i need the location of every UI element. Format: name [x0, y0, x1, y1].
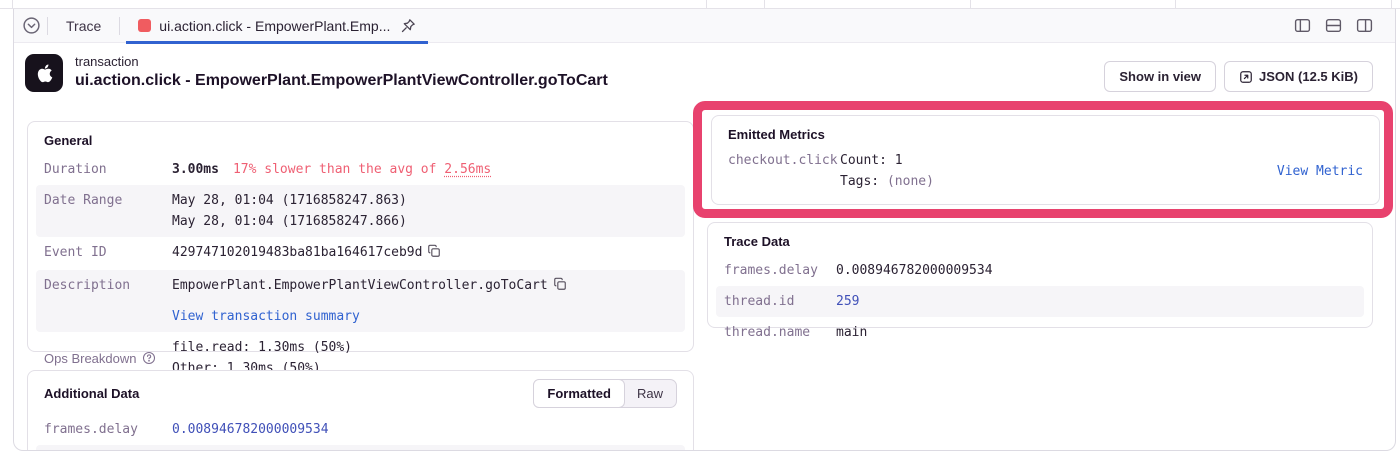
event-id-row: Event ID 429747102019483ba81ba164617ceb9…	[36, 237, 685, 270]
help-icon[interactable]	[142, 351, 156, 365]
general-panel-title: General	[28, 122, 693, 154]
metric-name: checkout.click	[728, 150, 840, 171]
date-range-row: Date Range May 28, 01:04 (1716858247.863…	[36, 185, 685, 237]
table-row: thread.name main	[716, 317, 1364, 348]
trace-data-key: thread.id	[724, 291, 836, 312]
show-in-view-button[interactable]: Show in view	[1104, 61, 1216, 92]
metric-count: Count: 1	[840, 150, 1277, 171]
additional-data-key: thread.id	[44, 450, 172, 451]
emitted-metrics-title: Emitted Metrics	[712, 116, 1379, 148]
view-metric-link[interactable]: View Metric	[1277, 161, 1363, 182]
drawer-tab-bar: Trace ui.action.click - EmpowerPlant.Emp…	[14, 9, 1395, 43]
pin-icon[interactable]	[400, 18, 416, 34]
metric-tags-value: (none)	[887, 174, 934, 189]
emitted-metrics-panel: Emitted Metrics checkout.click Count: 1 …	[711, 115, 1380, 205]
additional-data-value: 0.008946782000009534	[172, 419, 329, 440]
ops-breakdown-label: Ops Breakdown	[44, 348, 172, 369]
apple-platform-icon	[25, 54, 63, 92]
duration-label: Duration	[44, 159, 172, 180]
event-id-value: 429747102019483ba81ba164617ceb9d	[172, 245, 422, 260]
layout-split-horizontal-icon[interactable]	[1325, 17, 1342, 34]
ops-breakdown-label-text: Ops Breakdown	[44, 348, 137, 369]
trace-data-key: thread.name	[724, 322, 836, 343]
trace-drawer: Trace ui.action.click - EmpowerPlant.Emp…	[13, 9, 1396, 451]
event-type-label: transaction	[75, 54, 608, 69]
table-row: thread.id 259	[36, 445, 685, 451]
trace-data-value: main	[836, 322, 867, 343]
toggle-formatted[interactable]: Formatted	[533, 379, 625, 408]
duration-note: 17% slower than the avg of	[233, 162, 444, 177]
json-download-button[interactable]: JSON (12.5 KiB)	[1224, 61, 1373, 92]
table-row: frames.delay 0.008946782000009534	[716, 255, 1364, 286]
tab-separator	[47, 17, 48, 35]
layout-sidebar-left-icon[interactable]	[1294, 17, 1311, 34]
event-id-label: Event ID	[44, 242, 172, 263]
trace-data-title: Trace Data	[708, 223, 1372, 255]
page-title: ui.action.click - EmpowerPlant.EmpowerPl…	[75, 72, 608, 90]
additional-data-key: frames.delay	[44, 419, 172, 440]
trace-data-panel: Trace Data frames.delay 0.00894678200000…	[707, 222, 1373, 328]
trace-data-value: 259	[836, 291, 859, 312]
date-range-label: Date Range	[44, 190, 172, 211]
tab-transaction-active[interactable]: ui.action.click - EmpowerPlant.Emp...	[126, 9, 428, 43]
table-row: frames.delay 0.008946782000009534	[36, 414, 685, 445]
date-range-end: May 28, 01:04 (1716858247.866)	[172, 211, 407, 232]
tab-separator	[119, 17, 120, 35]
additional-data-title: Additional Data	[44, 386, 139, 401]
general-panel: General Duration 3.00ms 17% slower than t…	[27, 121, 694, 352]
show-in-view-label: Show in view	[1119, 69, 1201, 84]
metric-tags-label: Tags:	[840, 174, 887, 189]
transaction-header: transaction ui.action.click - EmpowerPla…	[25, 54, 608, 92]
date-range-start: May 28, 01:04 (1716858247.863)	[172, 190, 407, 211]
ops-breakdown-item: file.read: 1.30ms (50%)	[172, 337, 352, 358]
trace-data-key: frames.delay	[724, 260, 836, 281]
trace-data-value: 0.008946782000009534	[836, 260, 993, 281]
layout-sidebar-right-icon[interactable]	[1356, 17, 1373, 34]
view-transaction-summary-link[interactable]: View transaction summary	[172, 306, 567, 327]
additional-data-value: 259	[172, 450, 195, 451]
description-value: EmpowerPlant.EmpowerPlantViewController.…	[172, 278, 548, 293]
chevron-down-circle-icon[interactable]	[22, 16, 41, 35]
table-row: thread.id 259	[716, 286, 1364, 317]
description-label: Description	[44, 275, 172, 296]
duration-avg-value[interactable]: 2.56ms	[444, 162, 491, 177]
format-toggle: Formatted Raw	[533, 379, 677, 408]
json-button-label: JSON (12.5 KiB)	[1259, 69, 1358, 84]
additional-data-panel: Additional Data Formatted Raw frames.del…	[27, 370, 694, 451]
tab-trace[interactable]: Trace	[54, 9, 113, 43]
tab-transaction-label: ui.action.click - EmpowerPlant.Emp...	[159, 18, 390, 34]
toggle-raw[interactable]: Raw	[624, 380, 676, 407]
header-actions: Show in view JSON (12.5 KiB)	[1104, 61, 1373, 92]
duration-value: 3.00ms	[172, 162, 219, 177]
transaction-type-swatch	[138, 19, 151, 32]
emitted-metric-row: checkout.click Count: 1 Tags: (none) Vie…	[712, 148, 1379, 200]
description-row: Description EmpowerPlant.EmpowerPlantVie…	[36, 270, 685, 332]
tab-trace-label: Trace	[66, 18, 101, 34]
copy-icon[interactable]	[553, 277, 567, 298]
duration-row: Duration 3.00ms 17% slower than the avg o…	[36, 154, 685, 185]
background-table-edge	[0, 0, 1400, 9]
external-link-icon	[1239, 70, 1253, 84]
copy-icon[interactable]	[427, 244, 441, 265]
